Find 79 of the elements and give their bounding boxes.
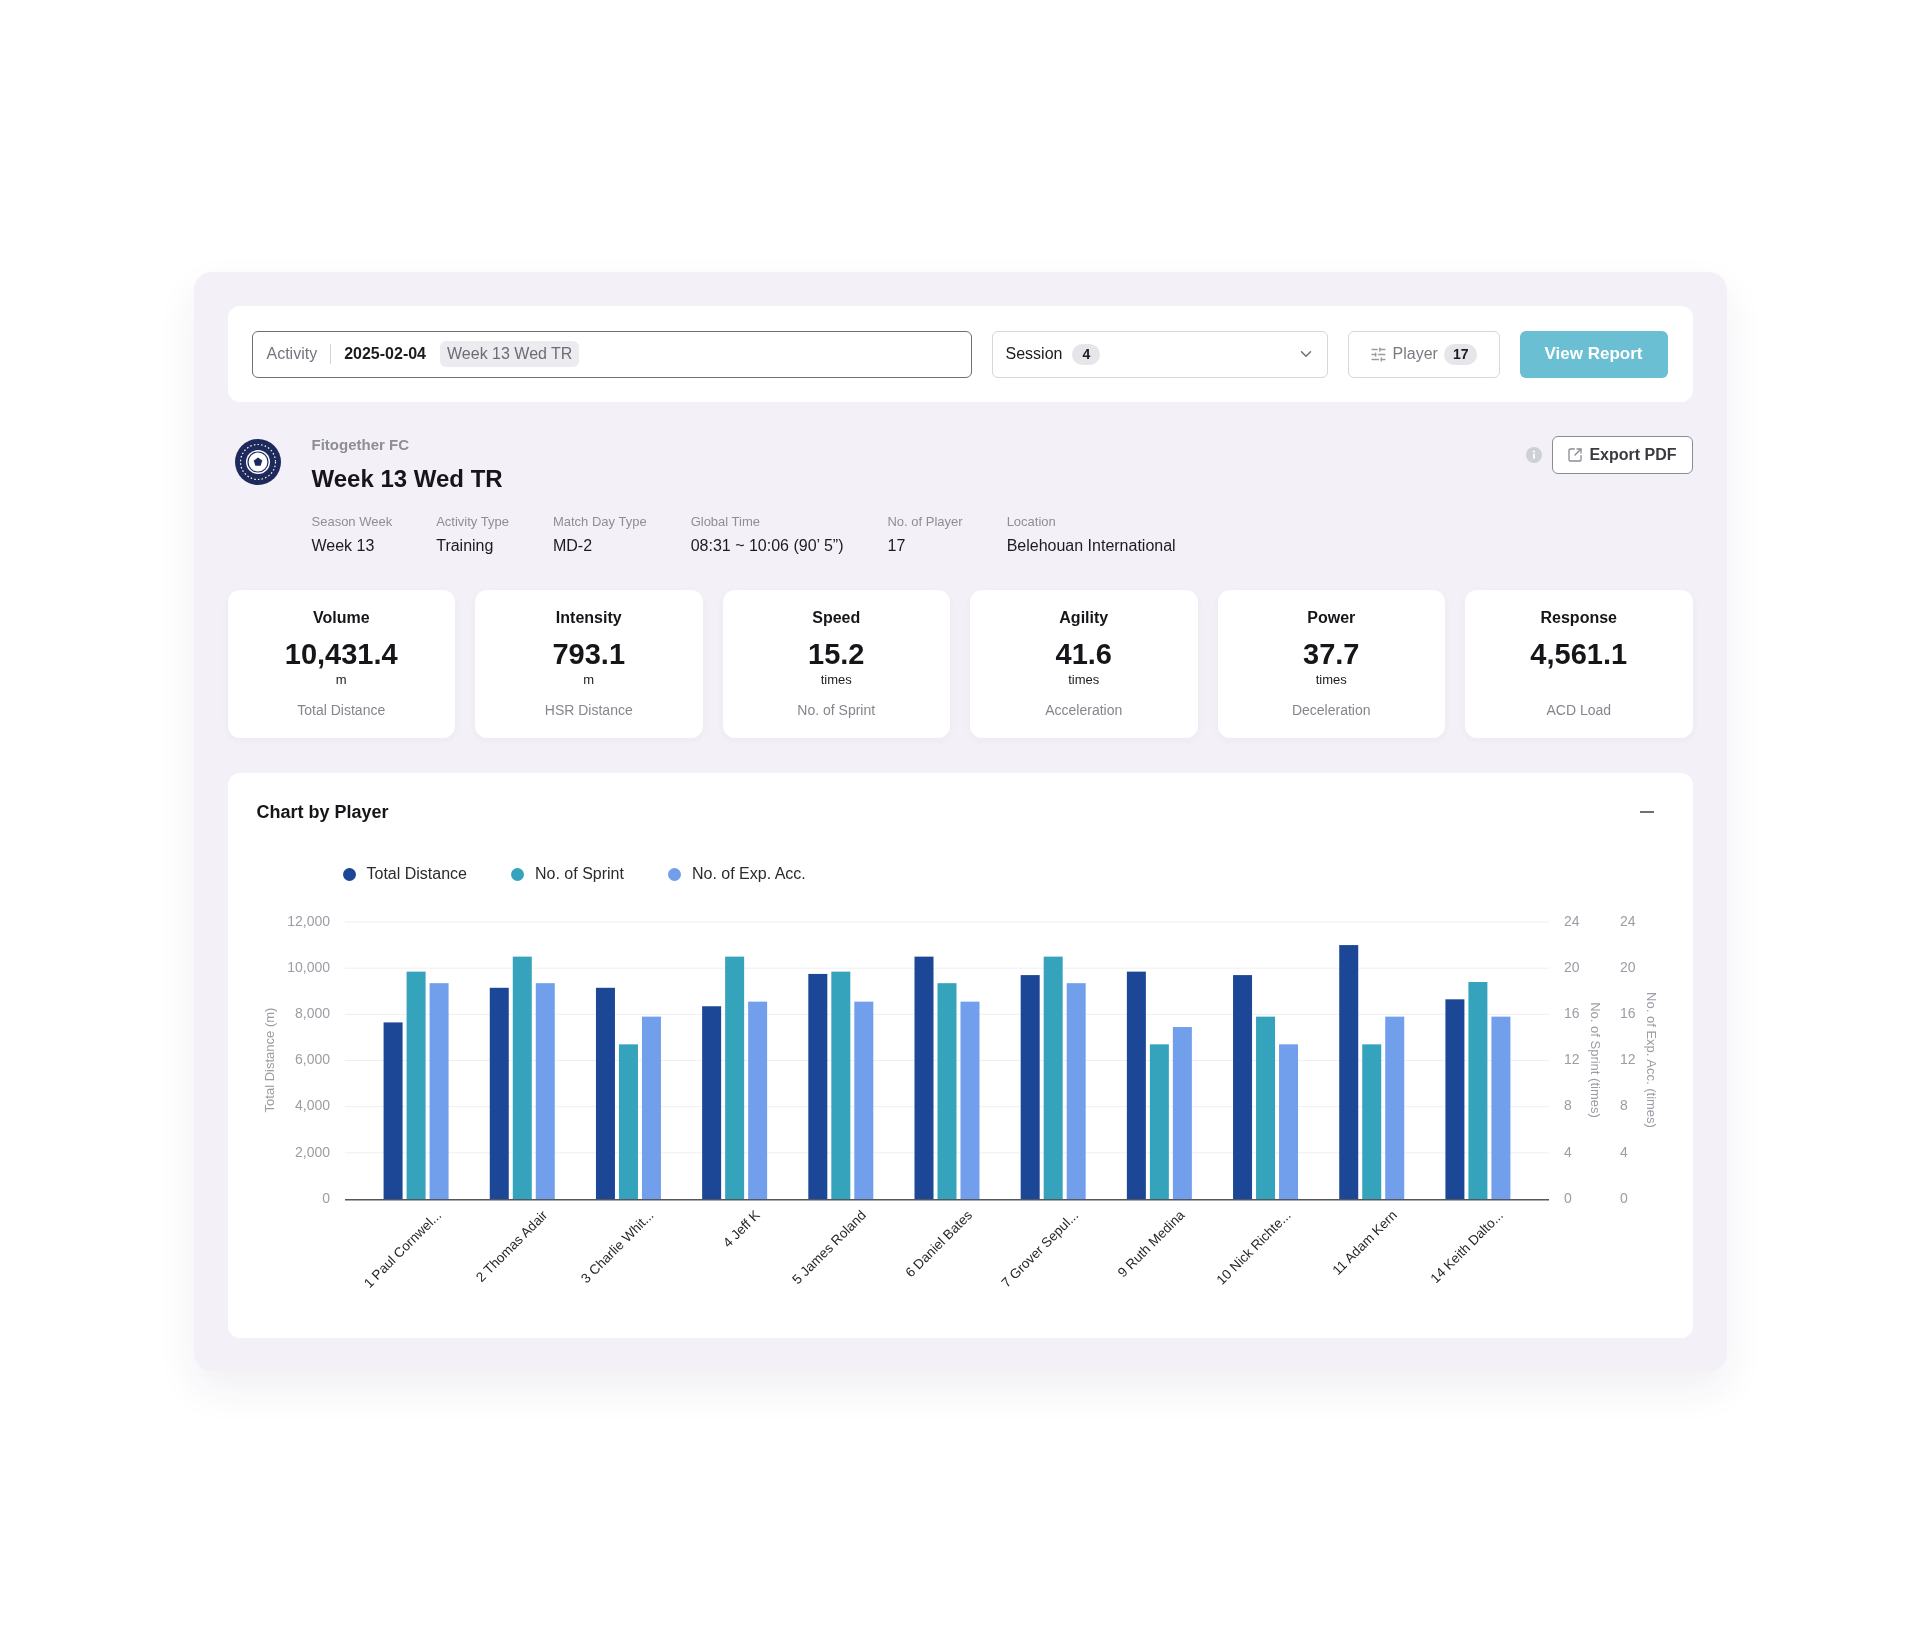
detail-label: Location <box>1006 513 1056 531</box>
club-name: Fitogether FC <box>311 435 409 455</box>
axis-tick-label: 6,000 <box>294 1051 330 1068</box>
external-link-icon <box>1567 447 1584 463</box>
detail-label: Activity Type <box>436 513 509 531</box>
field-label: Activity <box>266 345 318 363</box>
detail-label: Season Week <box>311 513 393 531</box>
axis-tick-label: 0 <box>1563 1189 1572 1206</box>
axis-tick-label: 12 <box>1619 1051 1636 1068</box>
metric-caption: Acceleration <box>1045 701 1123 720</box>
export-pdf-button[interactable]: Export PDF <box>1551 436 1693 474</box>
axis-tick-label: 8 <box>1563 1097 1572 1114</box>
axis-tick-label: 24 <box>1563 912 1580 929</box>
axis-title: Total Distance (m) <box>261 1007 277 1113</box>
axis-tick-label: 4,000 <box>294 1097 330 1114</box>
count-badge: 17 <box>1443 343 1478 365</box>
axis-tick-label: 8 <box>1619 1097 1628 1114</box>
axis-tick-label: 10,000 <box>286 958 330 975</box>
legend-label: No. of Sprint <box>535 865 624 883</box>
axis-tick-label: 8,000 <box>294 1005 330 1022</box>
metric-title: Speed <box>812 608 861 628</box>
axis-tick-label: 20 <box>1619 958 1636 975</box>
metric-unit: m <box>583 672 595 688</box>
metric-caption: Deceleration <box>1291 701 1371 720</box>
axis-tick-label: 4 <box>1563 1143 1572 1160</box>
metric-unit: m <box>335 672 347 688</box>
metric-caption: Total Distance <box>297 701 386 720</box>
metric-title: Intensity <box>555 608 622 628</box>
axis-tick-label: 16 <box>1619 1005 1636 1022</box>
detail-label: Match Day Type <box>552 513 647 531</box>
metric-unit: times <box>1315 672 1347 688</box>
detail-value: 08:31 ~ 10:06 (90’ 5”) <box>690 536 844 556</box>
axis-title: No. of Sprint (times) <box>1587 1002 1603 1118</box>
axis-tick-label: 20 <box>1563 958 1580 975</box>
detail-label: Global Time <box>690 513 760 531</box>
detail-value: 17 <box>887 536 906 556</box>
axis-tick-label: 12,000 <box>286 912 330 929</box>
panel-title: Chart by Player <box>256 801 389 823</box>
metric-caption: ACD Load <box>1546 701 1612 720</box>
axis-category-label: 4 Jeff K <box>719 1207 763 1251</box>
metric-caption: No. of Sprint <box>797 701 876 720</box>
axis-tick-label: 4 <box>1619 1143 1628 1160</box>
sliders-icon <box>1369 345 1387 363</box>
metric-title: Volume <box>312 608 370 628</box>
axis-tick-label: 0 <box>1619 1189 1628 1206</box>
axis-title: No. of Exp. Acc. (times) <box>1643 992 1659 1128</box>
metric-unit: times <box>820 672 852 688</box>
metric-value: 15.2 <box>808 637 865 672</box>
legend-label: Total Distance <box>366 865 467 883</box>
detail-value: MD-2 <box>552 536 593 556</box>
detail-label: No. of Player <box>887 513 963 531</box>
axis-tick-label: 0 <box>321 1189 330 1206</box>
detail-value: Training <box>436 536 494 556</box>
activity-date: 2025-02-04 <box>344 345 426 363</box>
metric-value: 4,561.1 <box>1530 637 1628 672</box>
legend-label: No. of Exp. Acc. <box>691 865 806 883</box>
metric-caption: HSR Distance <box>544 701 633 720</box>
metric-value: 37.7 <box>1303 637 1360 672</box>
activity-title: Week 13 Wed TR <box>311 464 503 494</box>
player-filter-button[interactable]: Player 17 <box>1347 330 1500 378</box>
detail-value: Week 13 <box>311 536 375 556</box>
axis-tick-label: 24 <box>1619 912 1636 929</box>
metric-value: 41.6 <box>1055 637 1112 672</box>
metric-value: 793.1 <box>552 637 626 672</box>
metric-title: Agility <box>1059 608 1109 628</box>
metric-value: 10,431.4 <box>284 637 398 672</box>
count-badge: 4 <box>1072 343 1101 365</box>
club-crest-icon <box>234 439 281 485</box>
metric-title: Power <box>1307 608 1356 628</box>
axis-tick-label: 2,000 <box>294 1143 330 1160</box>
metric-unit: times <box>1068 672 1100 688</box>
axis-tick-label: 16 <box>1563 1005 1580 1022</box>
activity-chip: Week 13 Wed TR <box>440 341 580 367</box>
metric-title: Response <box>1540 608 1617 628</box>
session-select[interactable]: Session 4 <box>991 330 1328 378</box>
activity-field[interactable]: Activity 2025-02-04 Week 13 Wed TR <box>251 330 972 378</box>
minus-icon[interactable] <box>1639 811 1654 813</box>
detail-value: Belehouan International <box>1006 536 1176 556</box>
axis-tick-label: 12 <box>1563 1051 1580 1068</box>
